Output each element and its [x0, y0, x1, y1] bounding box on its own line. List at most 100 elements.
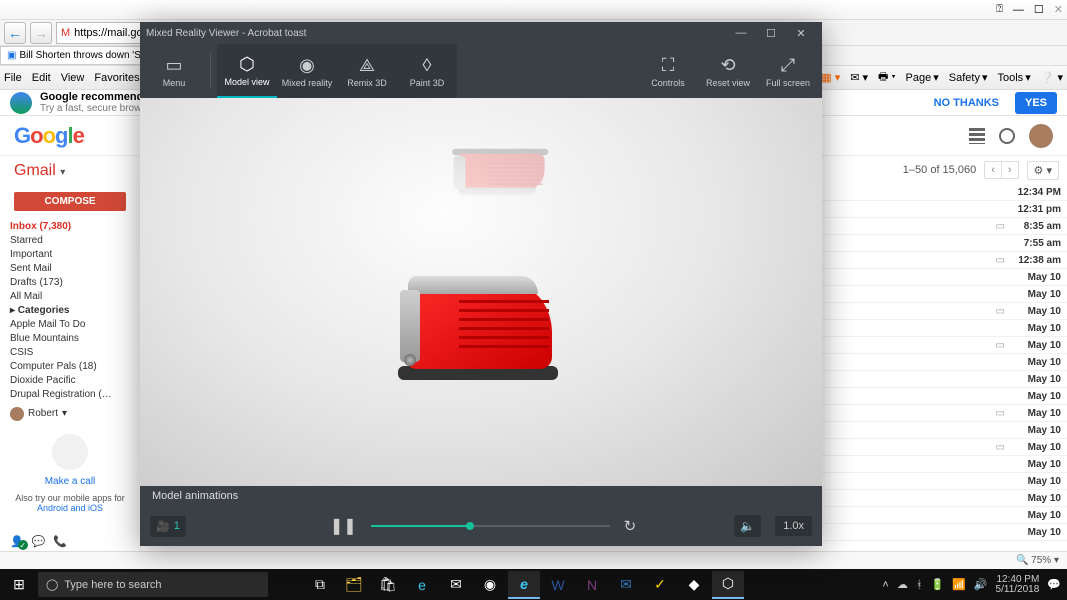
print-icon[interactable]: 🖶 ▾: [878, 68, 896, 87]
feeds-icon[interactable]: ▦ ▾: [821, 71, 840, 84]
hangouts-chat-icon[interactable]: 💬: [32, 535, 46, 548]
forward-button[interactable]: →: [30, 22, 52, 44]
back-button[interactable]: ←: [4, 22, 26, 44]
mixed-reality-button[interactable]: ◉Mixed reality: [277, 44, 337, 98]
speed-button[interactable]: 1.0x: [775, 516, 812, 536]
label-icon: ▭: [996, 340, 1005, 351]
thunderbird-icon[interactable]: ✉: [610, 571, 642, 599]
word-icon[interactable]: W: [542, 571, 574, 599]
timeline-slider[interactable]: [371, 525, 610, 527]
mail-date: May 10: [1011, 391, 1061, 402]
no-thanks-button[interactable]: NO THANKS: [926, 92, 1007, 114]
help-icon[interactable]: ❔ ▾: [1041, 71, 1063, 84]
hangouts-phone-icon[interactable]: 📞: [53, 535, 67, 548]
onenote-icon[interactable]: N: [576, 571, 608, 599]
taskbar-search[interactable]: ◯Type here to search: [38, 572, 268, 597]
edge-icon[interactable]: e: [406, 571, 438, 599]
sidebar-item[interactable]: Computer Pals (18): [4, 359, 136, 373]
window-title: Mixed Reality Viewer - Acrobat toast: [146, 28, 726, 39]
menu-favorites[interactable]: Favorites: [94, 72, 139, 84]
camera-selector[interactable]: 🎥1: [150, 516, 186, 537]
menu-file[interactable]: File: [4, 72, 22, 84]
cmd-tools[interactable]: Tools ▾: [998, 71, 1031, 84]
battery-icon[interactable]: 🔋: [930, 578, 944, 591]
toaster-model[interactable]: [398, 268, 559, 380]
mail-icon[interactable]: ✉ ▾: [850, 71, 868, 84]
mobile-apps-text: Also try our mobile apps forAndroid and …: [14, 493, 126, 513]
maximize-icon[interactable]: ☐: [1034, 3, 1044, 16]
mail-date: May 10: [1011, 340, 1061, 351]
settings-gear-icon[interactable]: ⚙ ▾: [1027, 161, 1059, 180]
explorer-icon[interactable]: 🗂: [338, 571, 370, 599]
sidebar-item[interactable]: All Mail: [4, 289, 136, 303]
3d-stage[interactable]: [140, 98, 822, 486]
start-button[interactable]: ⊞: [0, 576, 38, 593]
mrv-taskbar-icon[interactable]: ⬡: [712, 571, 744, 599]
minimize-icon[interactable]: —: [726, 27, 756, 39]
close-icon[interactable]: ✕: [1054, 3, 1063, 16]
mixed-reality-viewer-window: Mixed Reality Viewer - Acrobat toast — ☐…: [140, 22, 822, 546]
menu-view[interactable]: View: [61, 72, 85, 84]
onedrive-icon[interactable]: ☁: [897, 578, 908, 591]
hangouts-person-icon[interactable]: 👤✓: [10, 535, 24, 548]
remix-3d-button[interactable]: ⟁Remix 3D: [337, 44, 397, 98]
sidebar-item[interactable]: Dioxide Pacific: [4, 373, 136, 387]
task-view-icon[interactable]: ⧉: [304, 571, 336, 599]
wifi-icon[interactable]: 📶: [952, 578, 966, 591]
paint-3d-button[interactable]: ◊Paint 3D: [397, 44, 457, 98]
chrome-taskbar-icon[interactable]: ◉: [474, 571, 506, 599]
make-call-link[interactable]: Make a call: [14, 476, 126, 487]
sidebar-item[interactable]: Apple Mail To Do: [4, 317, 136, 331]
controls-icon: ⛶: [662, 54, 675, 76]
sidebar-item[interactable]: Inbox (7,380): [4, 219, 136, 233]
app-icon[interactable]: ◆: [678, 571, 710, 599]
notifications-tray-icon[interactable]: 💬: [1047, 578, 1061, 591]
sidebar-item[interactable]: Blue Mountains: [4, 331, 136, 345]
minimize-icon[interactable]: —: [1013, 4, 1024, 16]
tray-up-icon[interactable]: ˄: [882, 579, 888, 591]
reset-view-button[interactable]: ⟲Reset view: [698, 44, 758, 98]
sidebar-item[interactable]: Starred: [4, 233, 136, 247]
compose-button[interactable]: COMPOSE: [14, 192, 126, 211]
loop-button[interactable]: ↻: [624, 517, 637, 535]
bluetooth-icon[interactable]: ᚼ: [916, 579, 923, 591]
cmd-safety[interactable]: Safety ▾: [949, 71, 988, 84]
apps-icon[interactable]: [969, 128, 985, 144]
sidebar-item[interactable]: Sent Mail: [4, 261, 136, 275]
pager[interactable]: ‹›: [984, 161, 1018, 179]
avatar[interactable]: [1029, 124, 1053, 148]
user-chip[interactable]: Robert ▾: [4, 405, 136, 422]
sidebar-item[interactable]: Drupal Registration (…: [4, 387, 136, 401]
mail-date: May 10: [1011, 510, 1061, 521]
sidebar-item[interactable]: Important: [4, 247, 136, 261]
mrv-titlebar: Mixed Reality Viewer - Acrobat toast — ☐…: [140, 22, 822, 44]
notifications-icon[interactable]: [999, 128, 1015, 144]
maximize-icon[interactable]: ☐: [756, 27, 786, 40]
mail-date: May 10: [1011, 272, 1061, 283]
yes-button[interactable]: YES: [1015, 92, 1057, 114]
controls-button[interactable]: ⛶Controls: [638, 44, 698, 98]
zoom-level[interactable]: 🔍 75% ▾: [1016, 555, 1059, 566]
ie-taskbar-icon[interactable]: e: [508, 571, 540, 599]
volume-icon[interactable]: 🔊: [974, 578, 988, 591]
animations-label: Model animations: [140, 486, 822, 506]
pause-button[interactable]: ❚❚: [330, 516, 357, 536]
cmd-page[interactable]: Page ▾: [906, 71, 939, 84]
close-icon[interactable]: ✕: [786, 27, 816, 40]
help-icon[interactable]: ⍰: [996, 3, 1003, 16]
mail-date: May 10: [1011, 493, 1061, 504]
mail-icon[interactable]: ✉: [440, 571, 472, 599]
norton-icon[interactable]: ✓: [644, 571, 676, 599]
menu-button[interactable]: ▭Menu: [144, 44, 204, 98]
sidebar-item[interactable]: ▸ Categories: [4, 303, 136, 317]
full-screen-button[interactable]: ⤢Full screen: [758, 44, 818, 98]
sidebar-item[interactable]: Drafts (173): [4, 275, 136, 289]
sound-button[interactable]: 🔈: [734, 515, 761, 537]
label-icon: ▭: [996, 408, 1005, 419]
model-view-button[interactable]: ⬡Model view: [217, 44, 277, 98]
ie-window-controls: ⍰ — ☐ ✕: [0, 0, 1067, 20]
store-icon[interactable]: 🛍: [372, 571, 404, 599]
sidebar-item[interactable]: CSIS: [4, 345, 136, 359]
clock[interactable]: 12:40 PM5/11/2018: [996, 575, 1040, 595]
menu-edit[interactable]: Edit: [32, 72, 51, 84]
